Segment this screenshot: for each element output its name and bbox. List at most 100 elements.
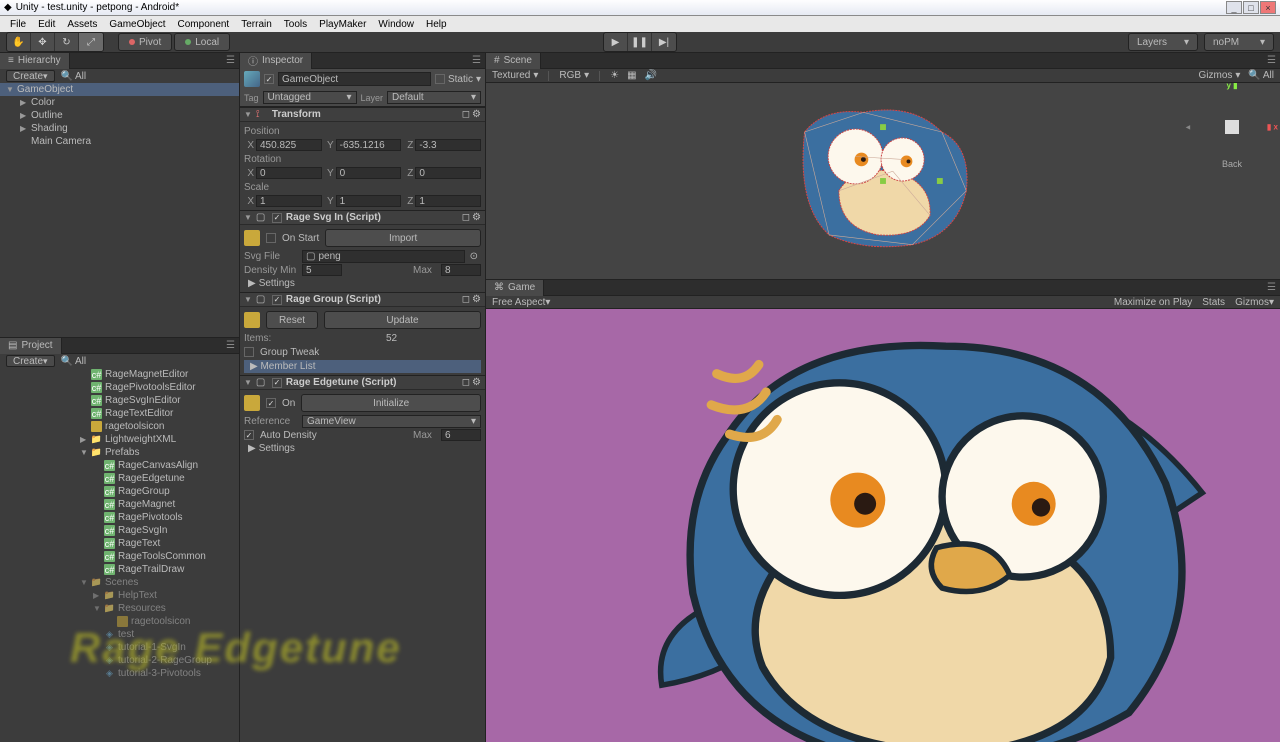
help-icon[interactable]: ◻ bbox=[462, 109, 470, 120]
on-checkbox[interactable] bbox=[266, 398, 276, 408]
local-toggle[interactable]: Local bbox=[174, 33, 230, 51]
panel-menu-icon[interactable]: ☰ bbox=[226, 340, 235, 351]
position-x-field[interactable]: 450.825 bbox=[256, 139, 322, 151]
scale-y-field[interactable]: 1 bbox=[336, 195, 402, 207]
component-enabled-checkbox[interactable] bbox=[272, 295, 282, 305]
hierarchy-item[interactable]: ▶Color bbox=[0, 96, 239, 109]
rageedgetune-header[interactable]: ▼▢ Rage Edgetune (Script) ◻⚙ bbox=[240, 375, 485, 390]
help-icon[interactable]: ◻ bbox=[462, 377, 470, 388]
edgetune-settings-foldout[interactable]: ▶Settings bbox=[244, 442, 481, 455]
draw-mode-dropdown[interactable]: Textured▾ bbox=[492, 70, 538, 81]
project-item[interactable]: c#RagePivotools bbox=[0, 511, 239, 524]
object-picker-icon[interactable]: ⊙ bbox=[467, 251, 481, 262]
layout-dropdown[interactable]: noPM▾ bbox=[1204, 33, 1274, 51]
menu-gameobject[interactable]: GameObject bbox=[103, 19, 171, 30]
gizmos-dropdown[interactable]: Gizmos▾ bbox=[1198, 70, 1240, 81]
fx-icon[interactable]: ▦ bbox=[627, 70, 636, 81]
minimize-button[interactable]: _ bbox=[1226, 1, 1242, 14]
project-search[interactable]: 🔍All bbox=[61, 356, 87, 367]
hierarchy-tab[interactable]: ≡Hierarchy bbox=[0, 53, 70, 69]
gear-icon[interactable]: ⚙ bbox=[472, 212, 481, 223]
project-item[interactable]: ragetoolsicon bbox=[0, 420, 239, 433]
panel-menu-icon[interactable]: ☰ bbox=[472, 55, 481, 66]
audio-icon[interactable]: 🔊 bbox=[645, 70, 657, 81]
component-enabled-checkbox[interactable] bbox=[272, 213, 282, 223]
help-icon[interactable]: ◻ bbox=[462, 294, 470, 305]
rotation-y-field[interactable]: 0 bbox=[336, 167, 402, 179]
hierarchy-create-button[interactable]: Create ▾ bbox=[6, 70, 55, 82]
update-button[interactable]: Update bbox=[324, 311, 481, 329]
project-tab[interactable]: ▤Project bbox=[0, 338, 62, 354]
menu-assets[interactable]: Assets bbox=[61, 19, 103, 30]
panel-menu-icon[interactable]: ☰ bbox=[1267, 282, 1276, 293]
memberlist-foldout[interactable]: ▶ Member List bbox=[244, 360, 481, 373]
menu-file[interactable]: File bbox=[4, 19, 32, 30]
project-item[interactable]: ▶📁HelpText bbox=[0, 589, 239, 602]
project-item[interactable]: ▼📁Resources bbox=[0, 602, 239, 615]
help-icon[interactable]: ◻ bbox=[462, 212, 470, 223]
game-tab[interactable]: ⌘Game bbox=[486, 280, 544, 296]
autodensity-checkbox[interactable] bbox=[244, 430, 254, 440]
rotation-x-field[interactable]: 0 bbox=[256, 167, 322, 179]
menu-window[interactable]: Window bbox=[372, 19, 420, 30]
scene-search[interactable]: 🔍All bbox=[1248, 70, 1274, 81]
project-item[interactable]: c#RageCanvasAlign bbox=[0, 459, 239, 472]
scene-view[interactable]: y ▮ ▮ x ◂ Back bbox=[486, 83, 1280, 279]
project-item[interactable]: ◈tutorial-1-SvgIn bbox=[0, 641, 239, 654]
project-item[interactable]: ◈test bbox=[0, 628, 239, 641]
pivot-toggle[interactable]: Pivot bbox=[118, 33, 172, 51]
menu-help[interactable]: Help bbox=[420, 19, 453, 30]
project-item[interactable]: ▼📁Scenes bbox=[0, 576, 239, 589]
gameobject-icon[interactable] bbox=[244, 71, 260, 87]
game-gizmos-dropdown[interactable]: Gizmos▾ bbox=[1235, 297, 1274, 308]
project-item[interactable]: c#RageTrailDraw bbox=[0, 563, 239, 576]
rotation-z-field[interactable]: 0 bbox=[415, 167, 481, 179]
gameobject-name-field[interactable]: GameObject bbox=[278, 72, 431, 86]
project-item[interactable]: c#RageToolsCommon bbox=[0, 550, 239, 563]
hierarchy-search[interactable]: 🔍All bbox=[61, 71, 87, 82]
menu-playmaker[interactable]: PlayMaker bbox=[313, 19, 372, 30]
tag-dropdown[interactable]: Untagged▾ bbox=[263, 91, 357, 104]
project-create-button[interactable]: Create ▾ bbox=[6, 355, 55, 367]
position-z-field[interactable]: -3.3 bbox=[415, 139, 481, 151]
maximize-toggle[interactable]: Maximize on Play bbox=[1114, 297, 1192, 308]
project-item[interactable]: ▼📁Prefabs bbox=[0, 446, 239, 459]
density-min-field[interactable]: 5 bbox=[302, 264, 342, 276]
gear-icon[interactable]: ⚙ bbox=[472, 294, 481, 305]
hierarchy-item[interactable]: Main Camera bbox=[0, 135, 239, 148]
move-tool[interactable]: ✥ bbox=[31, 33, 55, 51]
ragegroup-header[interactable]: ▼▢ Rage Group (Script) ◻⚙ bbox=[240, 292, 485, 307]
project-item[interactable]: c#RageSvgIn bbox=[0, 524, 239, 537]
light-icon[interactable]: ☀ bbox=[610, 70, 619, 81]
pause-button[interactable]: ❚❚ bbox=[628, 33, 652, 51]
gear-icon[interactable]: ⚙ bbox=[472, 109, 481, 120]
project-item[interactable]: c#RagePivotoolsEditor bbox=[0, 381, 239, 394]
max-field[interactable]: 6 bbox=[441, 429, 481, 441]
reset-button[interactable]: Reset bbox=[266, 311, 318, 329]
render-mode-dropdown[interactable]: RGB▾ bbox=[559, 70, 589, 81]
density-max-field[interactable]: 8 bbox=[441, 264, 481, 276]
static-checkbox[interactable] bbox=[435, 74, 445, 84]
import-button[interactable]: Import bbox=[325, 229, 481, 247]
scale-z-field[interactable]: 1 bbox=[415, 195, 481, 207]
restore-button[interactable]: □ bbox=[1243, 1, 1259, 14]
reference-dropdown[interactable]: GameView▾ bbox=[302, 415, 481, 428]
orientation-gizmo[interactable]: y ▮ ▮ x ◂ Back bbox=[1202, 97, 1262, 157]
project-item[interactable]: ◈tutorial-3-Pivotools bbox=[0, 667, 239, 680]
hierarchy-item-root[interactable]: ▼GameObject bbox=[0, 83, 239, 96]
panel-menu-icon[interactable]: ☰ bbox=[1267, 55, 1276, 66]
ragesvgin-header[interactable]: ▼▢ Rage Svg In (Script) ◻⚙ bbox=[240, 210, 485, 225]
svgfile-field[interactable]: ▢peng bbox=[302, 250, 465, 263]
hierarchy-item[interactable]: ▶Shading bbox=[0, 122, 239, 135]
gear-icon[interactable]: ⚙ bbox=[472, 377, 481, 388]
rotate-tool[interactable]: ↻ bbox=[55, 33, 79, 51]
project-item[interactable]: ▶📁LightweightXML bbox=[0, 433, 239, 446]
menu-component[interactable]: Component bbox=[172, 19, 236, 30]
layers-dropdown[interactable]: Layers▾ bbox=[1128, 33, 1198, 51]
game-view[interactable] bbox=[486, 309, 1280, 742]
inspector-tab[interactable]: ⓘInspector bbox=[240, 53, 312, 69]
project-item[interactable]: c#RageTextEditor bbox=[0, 407, 239, 420]
grouptweak-checkbox[interactable] bbox=[244, 347, 254, 357]
project-item[interactable]: c#RageMagnet bbox=[0, 498, 239, 511]
menu-edit[interactable]: Edit bbox=[32, 19, 61, 30]
